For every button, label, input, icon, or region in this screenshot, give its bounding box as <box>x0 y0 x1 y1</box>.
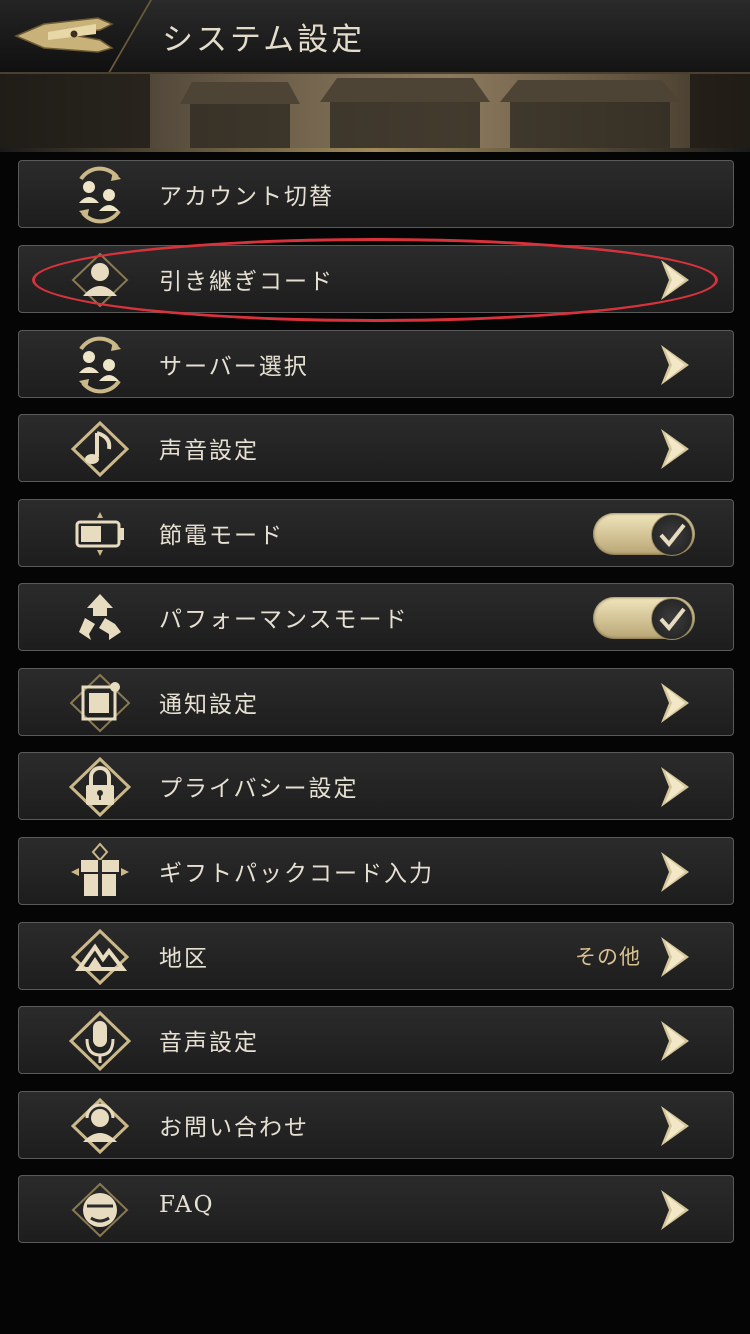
chevron-right-icon <box>661 1190 689 1230</box>
gift-code-row[interactable]: ギフトパックコード入力 <box>18 837 734 905</box>
row-label: パフォーマンスモード <box>159 607 409 633</box>
row-label: 地区 <box>159 946 209 972</box>
server-select-row[interactable]: サーバー選択 <box>18 330 734 398</box>
faq-icon <box>69 1180 131 1240</box>
chevron-right-icon <box>661 937 689 977</box>
header-banner-image <box>0 74 750 152</box>
row-label: ギフトパックコード入力 <box>159 861 434 887</box>
music-note-icon <box>69 419 131 479</box>
row-label: お問い合わせ <box>159 1115 309 1141</box>
power-saving-toggle[interactable] <box>593 513 695 556</box>
row-label: アカウント切替 <box>159 184 334 210</box>
notification-settings-row[interactable]: 通知設定 <box>18 668 734 736</box>
row-label: FAQ <box>159 1192 215 1218</box>
performance-mode-toggle[interactable] <box>593 597 695 640</box>
sound-settings-row[interactable]: 声音設定 <box>18 414 734 482</box>
chevron-right-icon <box>661 260 689 300</box>
power-saving-row: 節電モード <box>18 499 734 567</box>
chevron-right-icon <box>661 767 689 807</box>
battery-icon <box>69 504 131 564</box>
performance-mode-row: パフォーマンスモード <box>18 583 734 651</box>
chevron-right-icon <box>661 683 689 723</box>
page-title: システム設定 <box>162 22 366 58</box>
account-switch-icon <box>69 165 131 225</box>
contact-row[interactable]: お問い合わせ <box>18 1091 734 1159</box>
region-row[interactable]: 地区 その他 <box>18 922 734 990</box>
checkmark-icon <box>651 598 693 640</box>
row-label: サーバー選択 <box>159 354 309 380</box>
user-icon <box>69 250 131 310</box>
voice-settings-row[interactable]: 音声設定 <box>18 1006 734 1074</box>
recycle-icon <box>69 588 131 648</box>
chevron-right-icon <box>661 429 689 469</box>
row-label: 音声設定 <box>159 1030 259 1056</box>
lock-icon <box>69 757 131 817</box>
gift-icon <box>69 842 131 902</box>
headset-icon <box>69 1096 131 1156</box>
chevron-right-icon <box>661 852 689 892</box>
checkmark-icon <box>651 514 693 556</box>
microphone-icon <box>69 1011 131 1071</box>
row-label: 声音設定 <box>159 438 259 464</box>
header-bar: システム設定 <box>0 0 750 74</box>
row-label: プライバシー設定 <box>159 776 359 802</box>
privacy-settings-row[interactable]: プライバシー設定 <box>18 752 734 820</box>
chevron-right-icon <box>661 1021 689 1061</box>
row-label: 引き継ぎコード <box>159 269 334 295</box>
mountain-icon <box>69 927 131 987</box>
faq-row[interactable]: FAQ <box>18 1175 734 1243</box>
region-value: その他 <box>575 945 641 969</box>
chevron-right-icon <box>661 1106 689 1146</box>
transfer-code-row[interactable]: 引き継ぎコード <box>18 245 734 313</box>
chevron-right-icon <box>661 345 689 385</box>
row-label: 通知設定 <box>159 692 259 718</box>
row-label: 節電モード <box>159 523 284 549</box>
account-switch-row[interactable]: アカウント切替 <box>18 160 734 228</box>
server-switch-icon <box>69 335 131 395</box>
notification-icon <box>69 673 131 733</box>
